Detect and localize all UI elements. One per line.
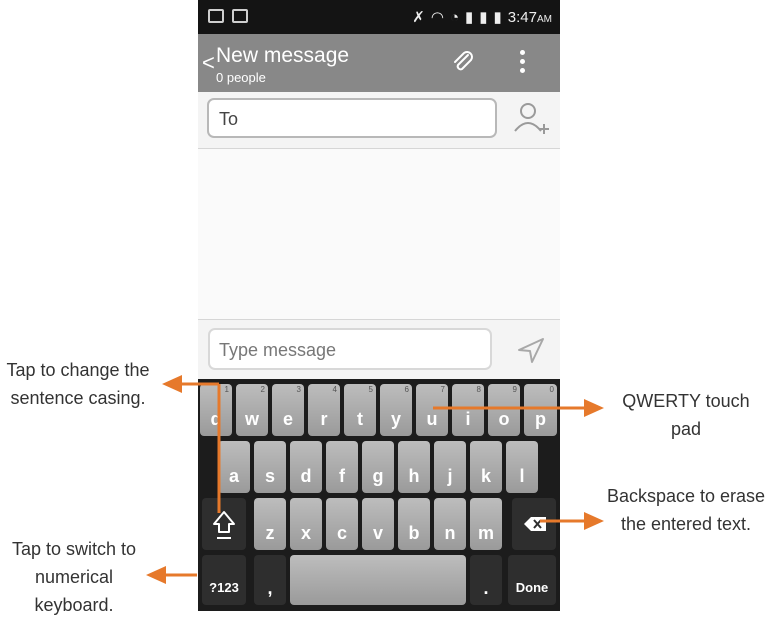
backspace-arrowhead (584, 512, 604, 530)
qwerty-arrowhead (584, 399, 604, 417)
qwerty-annotation: QWERTY touch pad (622, 391, 750, 439)
backspace-annotation: Backspace to erase the entered text. (606, 486, 766, 534)
numeric-arrowhead (146, 566, 166, 584)
shift-arrowhead (162, 375, 182, 393)
shift-annotation: Tap to change the sentence casing. (6, 360, 150, 408)
numeric-annotation: Tap to switch to numerical keyboard. (11, 539, 137, 615)
